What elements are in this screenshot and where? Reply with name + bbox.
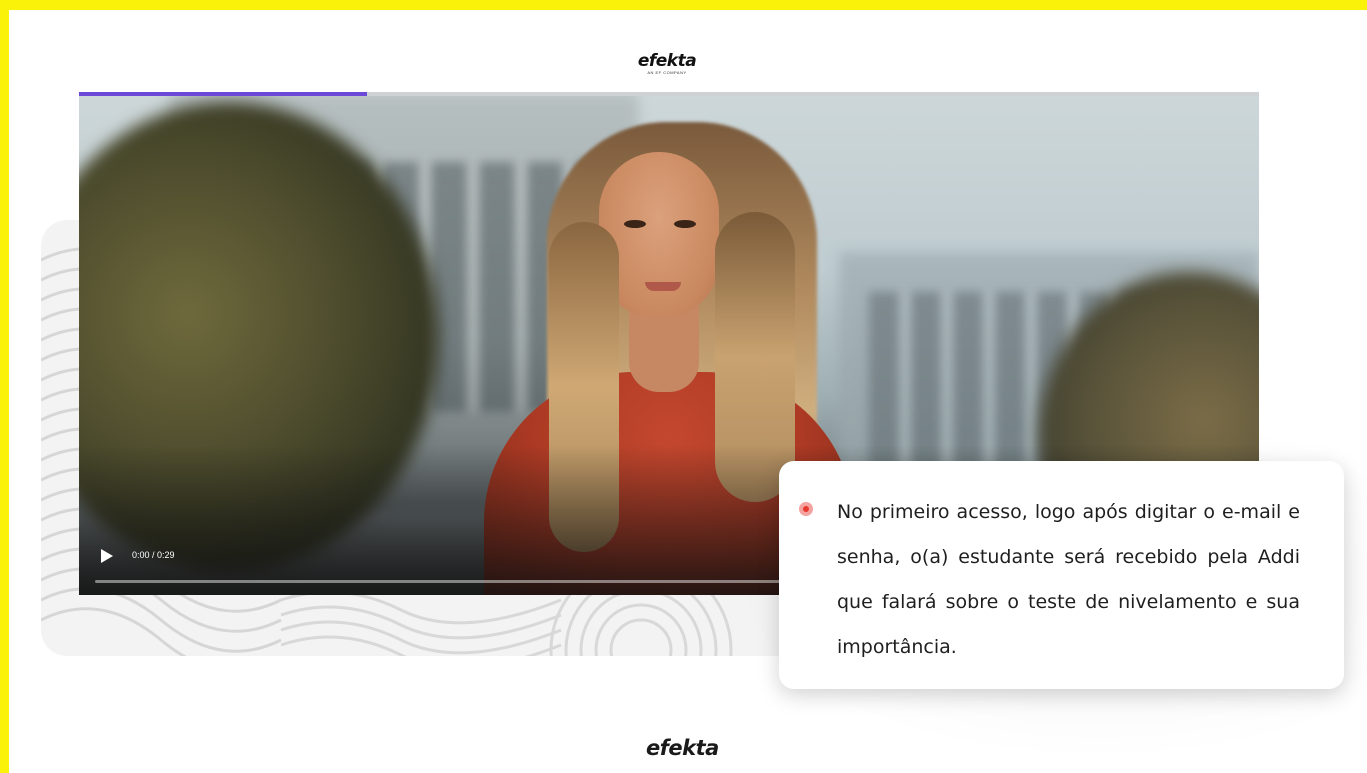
video-top-progress (79, 92, 1259, 96)
target-bullet-icon (799, 502, 813, 516)
top-logo: efekta AN EF COMPANY (632, 52, 702, 76)
bottom-logo: efekta (646, 736, 719, 760)
play-button[interactable] (99, 548, 115, 564)
video-top-progress-fill (79, 92, 367, 96)
play-icon (101, 549, 113, 563)
callout-text: No primeiro acesso, logo após digitar o … (837, 501, 1300, 658)
time-display: 0:00 / 0:29 (132, 550, 175, 560)
callout-card: No primeiro acesso, logo após digitar o … (779, 461, 1344, 689)
logo-wordmark: efekta (637, 51, 697, 71)
